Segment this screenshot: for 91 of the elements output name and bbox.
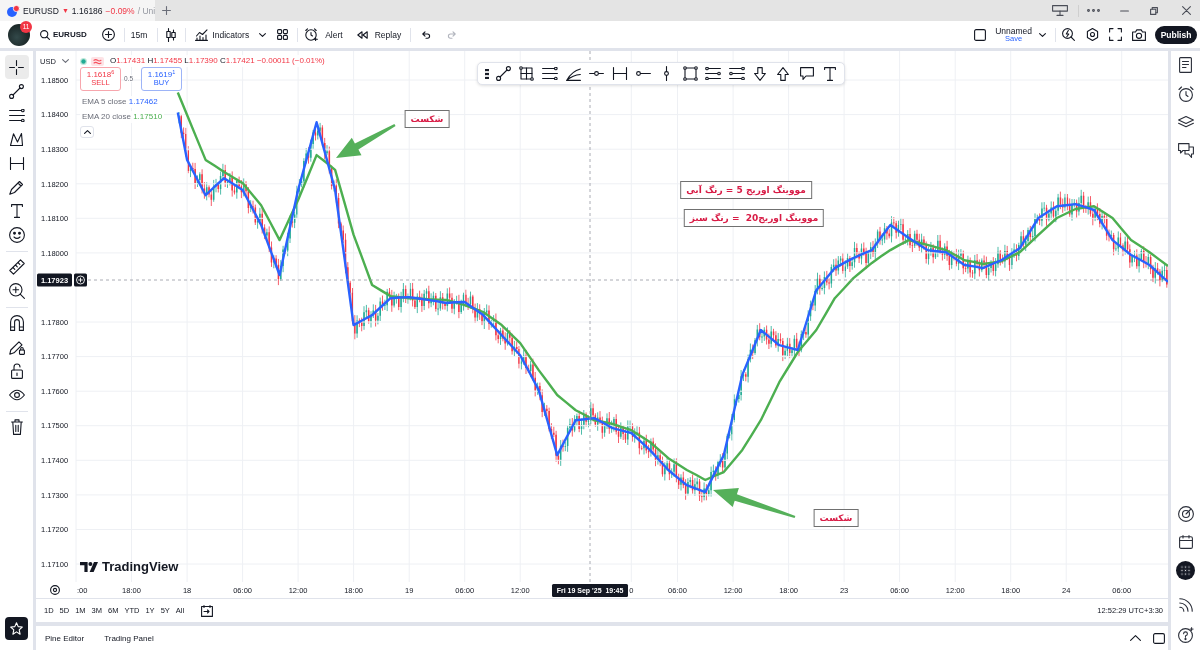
channel-icon[interactable] xyxy=(728,67,745,80)
calendar-arrow-icon[interactable] xyxy=(201,604,214,617)
horizontal-line-icon[interactable] xyxy=(589,71,605,76)
trend-line-icon[interactable] xyxy=(496,66,512,81)
trend-line-icon xyxy=(9,83,24,99)
fullscreen-icon[interactable] xyxy=(1109,28,1122,41)
pen-icon xyxy=(9,179,24,195)
eye-icon xyxy=(8,389,25,401)
parallel-channel-icon[interactable] xyxy=(705,67,722,80)
annotation-label: مووینگ اوریج 5 = رنگ آبی xyxy=(680,181,812,199)
waves-icon[interactable] xyxy=(91,56,104,66)
broadcast-icon[interactable] xyxy=(1178,598,1193,612)
grid-box-icon[interactable] xyxy=(519,66,535,81)
grid-icon[interactable] xyxy=(277,29,289,40)
annotation-label: شکست xyxy=(813,509,859,527)
candlestick-icon[interactable] xyxy=(166,27,177,42)
alarm-plus-icon xyxy=(305,28,319,41)
smiley-icon xyxy=(8,227,25,243)
rectangle-icon[interactable] xyxy=(682,66,698,81)
indicators-button[interactable]: Indicators xyxy=(195,28,250,41)
square-icon[interactable] xyxy=(974,28,987,41)
symbol-search-button[interactable]: EURUSD xyxy=(40,29,87,40)
help-icon[interactable] xyxy=(1177,627,1194,643)
arrow-down-icon[interactable] xyxy=(753,66,766,81)
panel-tab[interactable]: Pine Editor xyxy=(45,633,85,643)
panel-tab[interactable]: Trading Panel xyxy=(104,633,154,643)
ray-icon[interactable] xyxy=(635,71,651,76)
restore-icon[interactable] xyxy=(1150,6,1158,15)
favorites-button[interactable] xyxy=(5,617,28,640)
crosshair-icon xyxy=(9,59,24,75)
chevron-down-icon[interactable] xyxy=(259,32,267,37)
add-circle-icon[interactable] xyxy=(101,28,115,41)
calendar-icon[interactable] xyxy=(1178,535,1193,549)
drag-handle-icon[interactable] xyxy=(485,68,489,79)
zoom-in-icon xyxy=(8,283,25,299)
status-dot-icon xyxy=(80,57,87,65)
alert-button[interactable]: Alert xyxy=(305,28,343,41)
axis-settings-icon[interactable] xyxy=(50,585,60,595)
trash-icon xyxy=(10,419,23,435)
replay-button[interactable]: Replay xyxy=(356,29,402,40)
monitor-icon[interactable] xyxy=(1052,5,1068,16)
drawing-tool-button[interactable] xyxy=(4,55,29,79)
measure-icon xyxy=(8,156,25,170)
add-icon[interactable] xyxy=(74,273,87,287)
panel-chevron-icon[interactable] xyxy=(1130,635,1141,641)
target-icon[interactable] xyxy=(1177,505,1194,522)
arrow xyxy=(336,124,396,158)
vertical-line-icon[interactable] xyxy=(664,66,670,81)
measure-icon[interactable] xyxy=(612,67,629,80)
chevron-up-icon xyxy=(83,130,91,134)
search-icon xyxy=(40,29,50,40)
indicator-legend: EMA 5 close 1.17462 xyxy=(80,96,160,108)
indicator-legend: EMA 20 close 1.17510 xyxy=(80,111,165,123)
settings-icon[interactable] xyxy=(1086,28,1099,41)
indicators-icon xyxy=(195,28,209,41)
apps-icon[interactable] xyxy=(1176,560,1195,580)
logo-icon xyxy=(80,561,98,572)
text-icon[interactable] xyxy=(823,66,836,81)
arrow-up-icon[interactable] xyxy=(777,66,790,81)
star-icon xyxy=(10,622,23,635)
chat-icon[interactable] xyxy=(1177,143,1194,159)
chevron-down-icon xyxy=(61,59,69,63)
document-icon[interactable] xyxy=(1179,57,1192,74)
chevron-down-icon xyxy=(1039,32,1046,37)
ohlc-values: O1.17431 H1.17455 L1.17390 C1.17421 −0.00011 (−0.01%) xyxy=(108,55,327,67)
fan-lines-icon[interactable] xyxy=(566,66,582,81)
publish-button[interactable]: Publish xyxy=(1155,25,1197,44)
more-icon[interactable] xyxy=(1087,9,1100,12)
layers-icon[interactable] xyxy=(1177,116,1194,129)
collapse-button[interactable] xyxy=(80,126,94,138)
rewind-icon xyxy=(356,30,368,39)
ruler-icon xyxy=(8,259,25,275)
fib-lines-icon xyxy=(8,108,25,122)
undo-icon[interactable] xyxy=(422,30,432,39)
alarm-clock-icon[interactable] xyxy=(1177,85,1194,102)
maximize-icon[interactable] xyxy=(1153,632,1165,644)
pencil-lock-icon xyxy=(8,339,25,355)
unlock-icon xyxy=(10,363,23,379)
comment-icon[interactable] xyxy=(799,67,814,80)
lightning-search-icon[interactable] xyxy=(1062,28,1075,41)
brand-name: TradingView xyxy=(102,559,179,574)
zigzag-icon xyxy=(9,131,24,147)
fib-lines-icon[interactable] xyxy=(542,67,559,80)
camera-icon[interactable] xyxy=(1132,28,1146,41)
interval-button[interactable]: 15m xyxy=(130,29,148,40)
text-icon xyxy=(10,204,23,218)
close-icon[interactable] xyxy=(1182,6,1191,15)
annotation-label: شکست xyxy=(404,110,450,128)
annotation-label: مووینگ اوریج20 = رنگ سبز xyxy=(683,209,825,227)
magnet-icon xyxy=(9,315,24,331)
currency-flags-icon xyxy=(7,4,20,17)
